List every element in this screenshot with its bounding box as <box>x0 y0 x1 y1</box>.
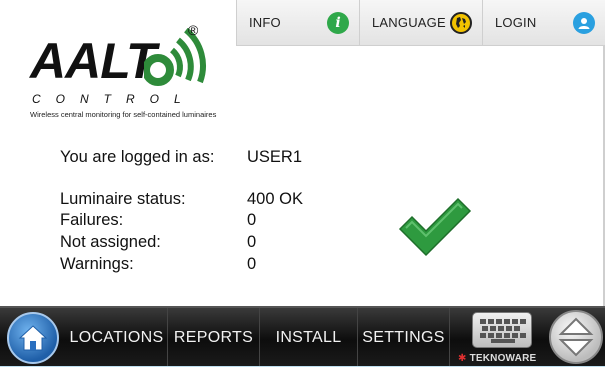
not-assigned-value: 0 <box>247 233 257 251</box>
tab-language-label: LANGUAGE <box>372 15 446 30</box>
tab-info[interactable]: INFO i <box>236 0 359 45</box>
nav-reports[interactable]: REPORTS <box>168 308 260 368</box>
warnings-label: Warnings: <box>60 255 134 273</box>
failures-value: 0 <box>247 211 257 229</box>
logo-wordmark: AALT <box>30 33 157 89</box>
logged-in-label: You are logged in as: <box>60 148 215 166</box>
teknoware-brand: ✱ TEKNOWARE <box>458 353 536 364</box>
luminaire-status-value: 400 OK <box>247 190 303 208</box>
app-window: INFO i LANGUAGE LOGIN AALT ® CONTROL Wir… <box>0 0 605 382</box>
nav-install[interactable]: INSTALL <box>260 308 358 368</box>
aalto-control-logo: AALT ® CONTROL <box>26 22 236 122</box>
bottom-nav: LOCATIONS REPORTS INSTALL SETTINGS ✱ TEK… <box>0 306 605 368</box>
luminaire-status-label: Luminaire status: <box>60 190 186 208</box>
keyboard-icon[interactable] <box>472 312 532 348</box>
home-button[interactable] <box>0 308 66 368</box>
signal-o-icon <box>144 28 206 86</box>
tab-info-label: INFO <box>249 15 281 30</box>
failures-label: Failures: <box>60 211 124 229</box>
info-icon: i <box>327 11 349 34</box>
brand-name: TEKNOWARE <box>469 353 537 364</box>
warnings-value: 0 <box>247 255 257 273</box>
nav-locations[interactable]: LOCATIONS <box>66 308 168 368</box>
logo-tagline: Wireless central monitoring for self-con… <box>30 110 217 119</box>
logo-subtitle: CONTROL <box>32 92 196 106</box>
footer-strip <box>0 366 605 382</box>
scroll-updown-icon[interactable] <box>549 310 603 364</box>
top-menu: INFO i LANGUAGE LOGIN <box>236 0 605 46</box>
tab-language[interactable]: LANGUAGE <box>359 0 482 45</box>
logged-in-user: USER1 <box>247 148 303 166</box>
nav-tools: ✱ TEKNOWARE <box>450 308 605 366</box>
tab-login-label: LOGIN <box>495 15 537 30</box>
home-icon <box>7 312 59 364</box>
user-icon <box>573 11 595 34</box>
nav-settings[interactable]: SETTINGS <box>358 308 450 368</box>
registered-mark: ® <box>188 22 199 38</box>
globe-icon <box>450 11 472 34</box>
checkmark-icon <box>398 197 472 257</box>
tab-login[interactable]: LOGIN <box>482 0 605 45</box>
not-assigned-label: Not assigned: <box>60 233 161 251</box>
teknoware-logo-icon: ✱ <box>458 353 470 364</box>
